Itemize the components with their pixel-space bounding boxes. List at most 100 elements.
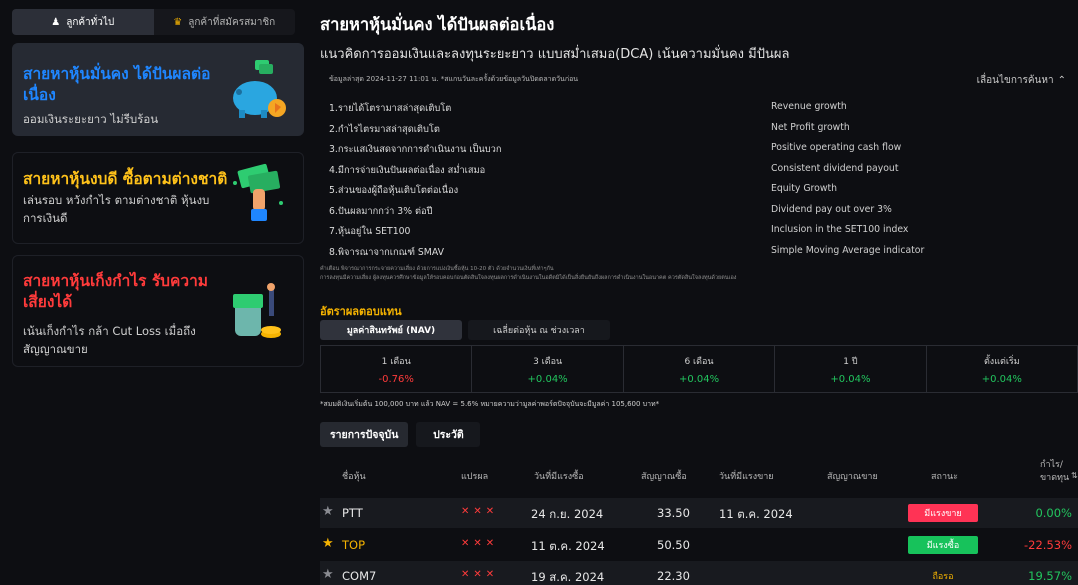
sort-icon[interactable]: ⇅ [1071, 471, 1078, 480]
sidebar: ♟ ลูกค้าทั่วไป ♛ ลูกค้าที่สมัครสมาชิก สา… [0, 0, 306, 585]
condition-th: 2.กำไรไตรมาสล่าสุดเติบโต [329, 123, 440, 135]
tab-member-customer[interactable]: ♛ ลูกค้าที่สมัครสมาชิก [153, 9, 295, 35]
hide-conditions-toggle[interactable]: เลื่อนไขการค้นหา ⌃ [977, 73, 1066, 88]
returns-tabs: มูลค่าสินทรัพย์ (NAV) เฉลี่ยต่อหุ้น ณ ช่… [320, 320, 610, 340]
period-value: +0.04% [981, 373, 1022, 385]
returns-table: 1 เดือน -0.76% 3 เดือน +0.04% 6 เดือน +0… [320, 345, 1078, 393]
tab-label: ลูกค้าที่สมัครสมาชิก [188, 16, 276, 28]
period-label: 3 เดือน [533, 356, 563, 367]
col-status: สถานะ [931, 472, 958, 482]
status-badge: ถือรอ [932, 572, 954, 582]
condition-row: 4.มีการจ่ายเงินปันผลต่อเนื่อง สม่ำเสมอ C… [329, 160, 1059, 181]
condition-row: 7.หุ้นอยู่ใน SET100 Inclusion in the SET… [329, 221, 1059, 242]
col-sell-date: วันที่มีแรงขาย [719, 472, 774, 482]
coin-jar-illustration [233, 283, 281, 338]
strategy-card-stable-dividend[interactable]: สายหาหุ้นมั่นคง ได้ปันผลต่อเนื่อง ออมเงิ… [12, 43, 304, 136]
period-label: 1 ปี [843, 356, 858, 367]
buy-date: 24 ก.ย. 2024 [531, 507, 604, 521]
condition-row: 2.กำไรไตรมาสล่าสุดเติบโต Net Profit grow… [329, 119, 1059, 140]
condition-th: 5.ส่วนของผู้ถือหุ้นเติบโตต่อเนื่อง [329, 185, 459, 196]
col-signal: แปรผล [461, 472, 489, 482]
period-value: +0.04% [527, 373, 568, 385]
stock-table-header: ชื่อหุ้น แปรผล วันที่มีแรงซื้อ สัญญาณซื้… [320, 453, 1078, 495]
period-label: 6 เดือน [684, 356, 714, 367]
main-panel: สายหาหุ้นมั่นคง ได้ปันผลต่อเนื่อง แนวคิด… [312, 0, 1078, 585]
condition-row: 1.รายได้โตรามาสล่าสุดเติบโต Revenue grow… [329, 98, 1059, 119]
condition-en: Revenue growth [771, 101, 847, 112]
col-buy-signal: สัญญาณซื้อ [641, 472, 687, 482]
table-row[interactable]: ★ COM7 ✕✕✕ 19 ส.ค. 2024 22.30 ถือรอ 19.5… [320, 561, 1078, 585]
disclaimer-line: คำเตือน พิจารณาการกระจายความเสี่ยง ด้วยก… [320, 266, 554, 272]
return-period: ตั้งแต่เริ่ม +0.04% [927, 346, 1077, 392]
nav-note: *สมมติเงินเริ่มต้น 100,000 บาท แล้ว NAV … [320, 400, 660, 408]
status-badge: มีแรงซื้อ [908, 536, 978, 554]
stock-name: COM7 [342, 569, 377, 583]
return-period: 1 เดือน -0.76% [321, 346, 473, 392]
condition-th: 7.หุ้นอยู่ใน SET100 [329, 226, 411, 237]
return-period: 3 เดือน +0.04% [472, 346, 624, 392]
card-subtitle: เน้นเก็งกำไร กล้า Cut Loss เมื่อถึงสัญญา… [23, 324, 196, 356]
col-name: ชื่อหุ้น [342, 472, 366, 482]
hide-conditions-label: เลื่อนไขการค้นหา [976, 75, 1054, 86]
condition-en: Consistent dividend payout [771, 162, 899, 174]
table-row[interactable]: ★ PTT ✕✕✕ 24 ก.ย. 2024 33.50 11 ต.ค. 202… [320, 498, 1078, 528]
page-title: สายหาหุ้นมั่นคง ได้ปันผลต่อเนื่อง [320, 15, 555, 34]
strategy-card-good-financials[interactable]: สายหาหุ้นงบดี ซื้อตามต่างชาติ เล่นรอบ หว… [12, 152, 304, 244]
crown-icon: ♛ [173, 16, 183, 28]
condition-en: Equity Growth [771, 183, 838, 194]
money-hand-illustration [233, 163, 283, 221]
period-label: ตั้งแต่เริ่ม [983, 356, 1020, 367]
stock-name: TOP [342, 538, 366, 552]
card-title: สายหาหุ้นงบดี ซื้อตามต่างชาติ [23, 170, 228, 188]
buy-date: 19 ส.ค. 2024 [531, 570, 605, 584]
condition-en: Dividend pay out over 3% [771, 203, 892, 215]
piggy-bank-illustration [233, 60, 286, 118]
condition-th: 4.มีการจ่ายเงินปันผลต่อเนื่อง สม่ำเสมอ [329, 164, 486, 176]
signal-marks: ✕✕✕ [461, 506, 499, 517]
return-period: 6 เดือน +0.04% [624, 346, 776, 392]
condition-row: 8.พิจารณาจากเกณฑ์ SMAV Simple Moving Ave… [329, 242, 1059, 263]
tab-general-customer[interactable]: ♟ ลูกค้าทั่วไป [12, 9, 154, 35]
star-icon[interactable]: ★ [322, 536, 334, 551]
tab-label: ลูกค้าทั่วไป [66, 16, 115, 28]
condition-en: Inclusion in the SET100 index [771, 224, 909, 235]
returns-title: อัตราผลตอบแทน [320, 305, 402, 318]
tab-current-list[interactable]: รายการปัจจุบัน [320, 422, 409, 447]
table-row[interactable]: ★ TOP ✕✕✕ 11 ต.ค. 2024 50.50 มีแรงซื้อ -… [320, 530, 1078, 560]
user-icon: ♟ [51, 16, 61, 28]
buy-date: 11 ต.ค. 2024 [531, 539, 605, 553]
card-title: สายหาหุ้นมั่นคง ได้ปันผลต่อเนื่อง [23, 65, 211, 104]
chevron-up-icon: ⌃ [1057, 75, 1066, 86]
condition-row: 3.กระแสเงินสดจากการดำเนินงาน เป็นบวก Pos… [329, 139, 1059, 160]
buy-price: 33.50 [657, 506, 690, 520]
period-label: 1 เดือน [381, 356, 411, 367]
condition-list: 1.รายได้โตรามาสล่าสุดเติบโต Revenue grow… [329, 98, 1059, 262]
risk-disclaimer: คำเตือน พิจารณาการกระจายความเสี่ยง ด้วยก… [320, 265, 1060, 283]
page-subtitle: แนวคิดการออมเงินและลงทุนระยะยาว แบบสม่ำเ… [320, 47, 790, 62]
condition-row: 6.ปันผลมากกว่า 3% ต่อปี Dividend pay out… [329, 201, 1059, 222]
star-icon[interactable]: ★ [322, 567, 334, 582]
strategy-card-speculative[interactable]: สายหาหุ้นเก็งกำไร รับความเสี่ยงได้ เน้นเ… [12, 255, 304, 367]
period-value: +0.04% [830, 373, 871, 385]
last-updated-text: ข้อมูลล่าสุด 2024-11-27 11:01 น. *สแกนวั… [329, 75, 579, 83]
disclaimer-line: การลงทุนมีความเสี่ยง ผู้ลงทุนควรศึกษาข้อ… [320, 275, 737, 281]
card-subtitle: ออมเงินระยะยาว ไม่รีบร้อน [23, 112, 159, 126]
star-icon[interactable]: ★ [322, 504, 334, 519]
tab-nav[interactable]: มูลค่าสินทรัพย์ (NAV) [320, 320, 462, 340]
customer-type-tabs: ♟ ลูกค้าทั่วไป ♛ ลูกค้าที่สมัครสมาชิก [12, 9, 295, 35]
condition-th: 1.รายได้โตรามาสล่าสุดเติบโต [329, 103, 452, 114]
col-sell-signal: สัญญาณขาย [827, 472, 878, 482]
condition-th: 3.กระแสเงินสดจากการดำเนินงาน เป็นบวก [329, 144, 502, 155]
signal-marks: ✕✕✕ [461, 538, 499, 549]
col-profit: กำไร/ขาดทุน [1040, 460, 1070, 483]
tab-history[interactable]: ประวัติ [416, 422, 481, 447]
card-title: สายหาหุ้นเก็งกำไร รับความเสี่ยงได้ [23, 272, 208, 311]
return-period: 1 ปี +0.04% [775, 346, 927, 392]
condition-th: 8.พิจารณาจากเกณฑ์ SMAV [329, 246, 444, 258]
condition-th: 6.ปันผลมากกว่า 3% ต่อปี [329, 205, 433, 217]
profit-value: 19.57% [1028, 569, 1072, 583]
tab-average-per-stock[interactable]: เฉลี่ยต่อหุ้น ณ ช่วงเวลา [468, 320, 610, 340]
condition-en: Positive operating cash flow [771, 142, 902, 153]
buy-price: 22.30 [657, 569, 690, 583]
period-value: -0.76% [378, 373, 414, 385]
